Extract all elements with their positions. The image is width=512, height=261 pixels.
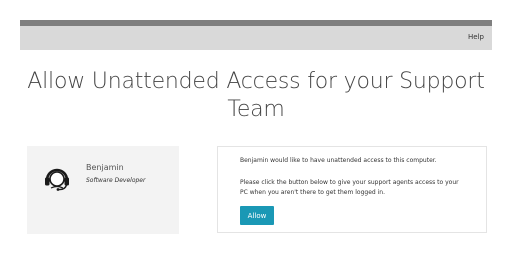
navbar: Help (20, 26, 492, 50)
page-title: Allow Unattended Access for your Support… (27, 69, 485, 122)
request-message: Benjamin would like to have unattended a… (240, 157, 437, 164)
allow-button[interactable]: Allow (240, 206, 274, 225)
agent-name: Benjamin (86, 163, 124, 172)
help-link[interactable]: Help (468, 33, 484, 41)
headset-icon (43, 166, 71, 192)
agent-card: Benjamin Software Developer (27, 146, 179, 234)
request-instructions: Please click the button below to give yo… (240, 179, 459, 196)
request-panel: Benjamin would like to have unattended a… (217, 146, 487, 233)
agent-role: Software Developer (86, 177, 146, 184)
